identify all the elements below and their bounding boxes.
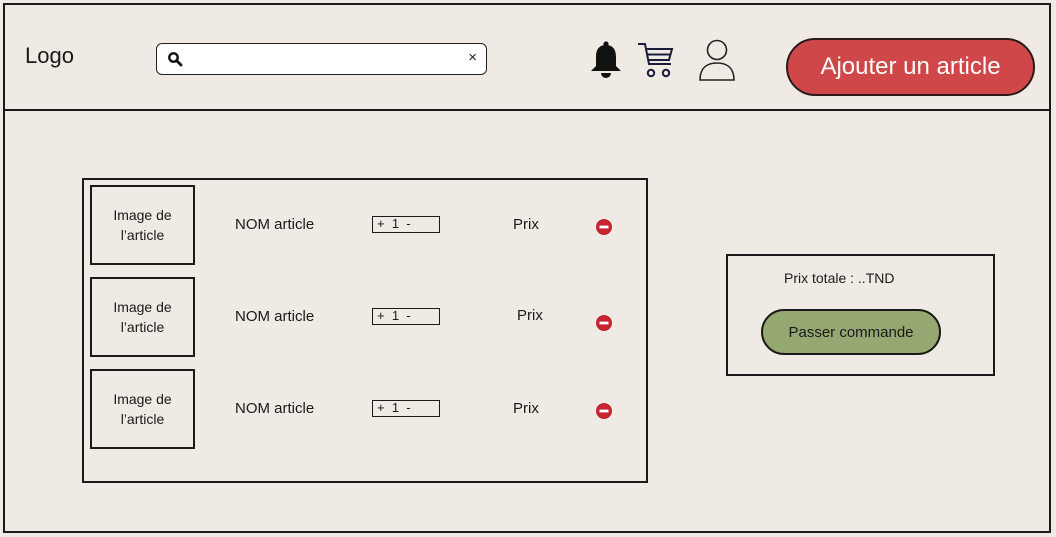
article-name: NOM article	[235, 216, 315, 233]
order-summary: Prix totale : ..TND Passer commande	[726, 254, 995, 376]
logo[interactable]: Logo	[25, 43, 74, 69]
user-icon[interactable]	[696, 38, 738, 84]
article-price: Prix	[517, 307, 543, 324]
quantity-stepper[interactable]: + 1 -	[372, 308, 440, 325]
cart-item: Image de l’article NOM article + 1 - Pri…	[90, 277, 630, 357]
clear-icon[interactable]: ×	[468, 49, 477, 66]
remove-item-icon[interactable]	[596, 315, 612, 331]
article-name: NOM article	[235, 400, 315, 417]
article-image-placeholder: Image de l’article	[90, 185, 195, 265]
header: Logo × Ajouter un article	[3, 3, 1051, 111]
add-article-button[interactable]: Ajouter un article	[786, 38, 1035, 96]
cart-item: Image de l’article NOM article + 1 - Pri…	[90, 369, 630, 449]
article-image-placeholder: Image de l’article	[90, 277, 195, 357]
search-icon	[168, 52, 183, 67]
cart-item: Image de l’article NOM article + 1 - Pri…	[90, 185, 630, 265]
search-input[interactable]: ×	[156, 43, 487, 75]
remove-item-icon[interactable]	[596, 219, 612, 235]
cart-icon[interactable]	[636, 40, 676, 80]
article-price: Prix	[513, 216, 539, 233]
quantity-stepper[interactable]: + 1 -	[372, 216, 440, 233]
article-name: NOM article	[235, 308, 315, 325]
article-price: Prix	[513, 400, 539, 417]
remove-item-icon[interactable]	[596, 403, 612, 419]
bell-icon[interactable]	[588, 40, 624, 80]
article-image-placeholder: Image de l’article	[90, 369, 195, 449]
total-price: Prix totale : ..TND	[784, 270, 895, 286]
place-order-button[interactable]: Passer commande	[761, 309, 941, 355]
quantity-stepper[interactable]: + 1 -	[372, 400, 440, 417]
